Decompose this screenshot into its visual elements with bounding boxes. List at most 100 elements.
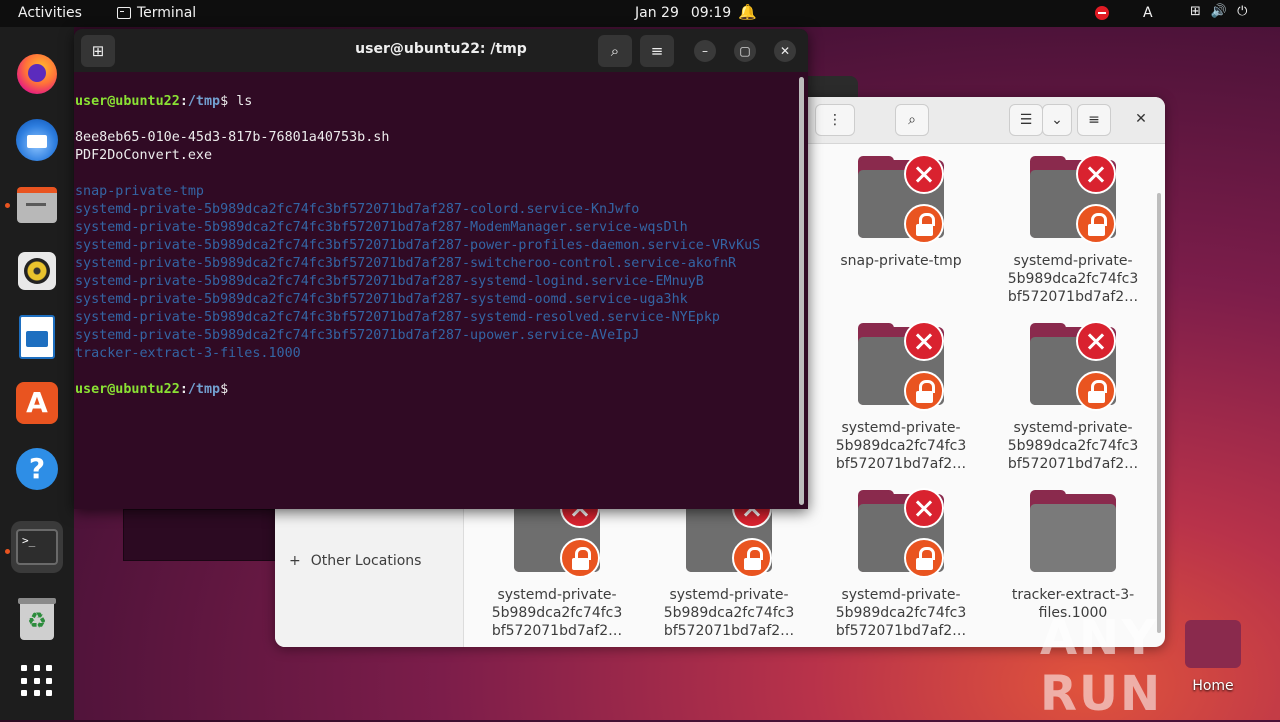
dock-rhythmbox[interactable]	[11, 245, 63, 297]
prompt-path: /tmp	[187, 94, 221, 109]
help-icon: ?	[16, 448, 58, 490]
output-line-directory: systemd-private-5b989dca2fc74fc3bf572071…	[75, 274, 704, 289]
close-icon: ✕	[1135, 111, 1147, 127]
folder-item[interactable]: systemd-private- 5b989dca2fc74fc3 bf5720…	[482, 488, 632, 640]
prompt-path: /tmp	[187, 382, 221, 397]
path-menu-button[interactable]: ⋮	[815, 104, 855, 136]
power-icon: ⏻	[1237, 4, 1248, 19]
prompt-user: user@ubuntu22	[75, 382, 180, 397]
folder-name: systemd-private- 5b989dca2fc74fc3 bf5720…	[663, 587, 795, 639]
search-icon: ⌕	[908, 112, 916, 128]
sidebar-item-label: Other Locations	[310, 553, 422, 569]
lock-icon	[904, 538, 944, 578]
dock-thunderbird[interactable]	[11, 114, 63, 166]
clock-date: Jan 29	[635, 5, 679, 21]
dock: A ? >_ ♻	[0, 27, 74, 720]
folder-item[interactable]: systemd-private- 5b989dca2fc74fc3 bf5720…	[998, 321, 1148, 473]
command-text: ls	[236, 94, 253, 109]
maximize-icon: ▢	[739, 44, 751, 58]
app-menu[interactable]: Terminal	[117, 5, 196, 21]
lock-icon	[732, 538, 772, 578]
trash-icon: ♻	[18, 598, 56, 640]
dock-terminal[interactable]: >_	[11, 521, 63, 573]
terminal-icon: >_	[16, 529, 58, 565]
no-access-icon	[904, 488, 944, 528]
folder-name: systemd-private- 5b989dca2fc74fc3 bf5720…	[835, 420, 967, 472]
folder-item[interactable]: systemd-private- 5b989dca2fc74fc3 bf5720…	[826, 321, 976, 473]
folder-item[interactable]: snap-private-tmp	[826, 154, 976, 270]
view-list-button[interactable]: ☰	[1009, 104, 1043, 136]
no-access-icon	[1076, 321, 1116, 361]
output-line: 8ee8eb65-010e-45d3-817b-76801a40753b.sh	[75, 130, 390, 145]
app-menu-label: Terminal	[137, 5, 197, 21]
lock-icon	[560, 538, 600, 578]
minimize-icon: –	[702, 44, 708, 58]
prompt-line: user@ubuntu22:/tmp$ ls	[75, 94, 253, 109]
clock-time: 09:19	[690, 5, 732, 21]
lock-icon	[904, 371, 944, 411]
folder-icon	[1030, 490, 1116, 572]
main-menu-button[interactable]: ≡	[1077, 104, 1111, 136]
dock-writer[interactable]	[11, 311, 63, 363]
running-indicator	[5, 203, 10, 208]
terminal-icon	[117, 7, 131, 19]
network-icon: ⊞	[1190, 4, 1201, 19]
do-not-disturb-icon[interactable]	[1095, 6, 1109, 20]
menu-button[interactable]: ≡	[640, 35, 674, 67]
output-line-directory: systemd-private-5b989dca2fc74fc3bf572071…	[75, 292, 688, 307]
dock-firefox[interactable]	[11, 48, 63, 100]
dock-trash[interactable]: ♻	[11, 593, 63, 645]
folder-name: systemd-private- 5b989dca2fc74fc3 bf5720…	[835, 587, 967, 639]
close-button[interactable]: ✕	[1127, 104, 1155, 136]
list-view-icon: ☰	[1019, 112, 1033, 128]
chevron-down-icon: ⌄	[1051, 112, 1063, 128]
rhythmbox-icon	[18, 252, 56, 290]
thunderbird-icon	[16, 119, 58, 161]
close-button[interactable]: ✕	[774, 40, 796, 62]
system-menu[interactable]: ⊞ 🔊 ⏻	[1190, 4, 1247, 19]
sidebar-item-other-locations[interactable]: + Other Locations	[289, 553, 421, 569]
no-access-icon	[904, 321, 944, 361]
view-options-button[interactable]: ⌄	[1042, 104, 1072, 136]
dock-help[interactable]: ?	[11, 443, 63, 495]
folder-item[interactable]: systemd-private- 5b989dca2fc74fc3 bf5720…	[998, 154, 1148, 306]
keyboard-layout-indicator[interactable]: A	[1143, 5, 1153, 21]
folder-item[interactable]: systemd-private- 5b989dca2fc74fc3 bf5720…	[826, 488, 976, 640]
folder-item[interactable]: tracker-extract-3- files.1000	[998, 490, 1148, 622]
firefox-icon	[17, 54, 57, 94]
folder-icon	[858, 488, 944, 578]
clock[interactable]: Jan 29 09:19	[635, 5, 731, 21]
lock-icon	[1076, 204, 1116, 244]
background-window	[808, 76, 858, 98]
scrollbar[interactable]	[799, 77, 804, 505]
search-button[interactable]: ⌕	[895, 104, 929, 136]
lock-icon	[904, 204, 944, 244]
activities-button[interactable]: Activities	[18, 5, 82, 21]
background-window	[123, 509, 277, 561]
folder-name: snap-private-tmp	[840, 253, 962, 269]
apps-grid-icon	[21, 665, 53, 697]
prompt-user: user@ubuntu22	[75, 94, 180, 109]
maximize-button[interactable]: ▢	[734, 40, 756, 62]
terminal-headerbar: ⊞ user@ubuntu22: /tmp ⌕ ≡ – ▢ ✕	[74, 29, 808, 72]
search-button[interactable]: ⌕	[598, 35, 632, 67]
folder-icon	[858, 321, 944, 411]
folder-item[interactable]: systemd-private- 5b989dca2fc74fc3 bf5720…	[654, 488, 804, 640]
terminal-output[interactable]: user@ubuntu22:/tmp$ ls 8ee8eb65-010e-45d…	[75, 75, 800, 435]
output-line: PDF2DoConvert.exe	[75, 148, 213, 163]
hamburger-icon: ≡	[650, 42, 664, 60]
terminal-window: ⊞ user@ubuntu22: /tmp ⌕ ≡ – ▢ ✕ user@ubu…	[74, 29, 808, 509]
folder-name: systemd-private- 5b989dca2fc74fc3 bf5720…	[491, 587, 623, 639]
folder-icon	[1030, 154, 1116, 244]
dock-files[interactable]	[11, 179, 63, 231]
dock-software[interactable]: A	[11, 377, 63, 429]
output-line-directory: systemd-private-5b989dca2fc74fc3bf572071…	[75, 220, 688, 235]
output-line-directory: systemd-private-5b989dca2fc74fc3bf572071…	[75, 202, 640, 217]
minimize-button[interactable]: –	[694, 40, 716, 62]
scrollbar[interactable]	[1157, 193, 1161, 633]
output-line-directory: systemd-private-5b989dca2fc74fc3bf572071…	[75, 238, 761, 253]
lock-icon	[1076, 371, 1116, 411]
folder-icon	[1030, 321, 1116, 411]
show-apps-button[interactable]	[11, 655, 63, 707]
output-line-directory: systemd-private-5b989dca2fc74fc3bf572071…	[75, 256, 737, 271]
